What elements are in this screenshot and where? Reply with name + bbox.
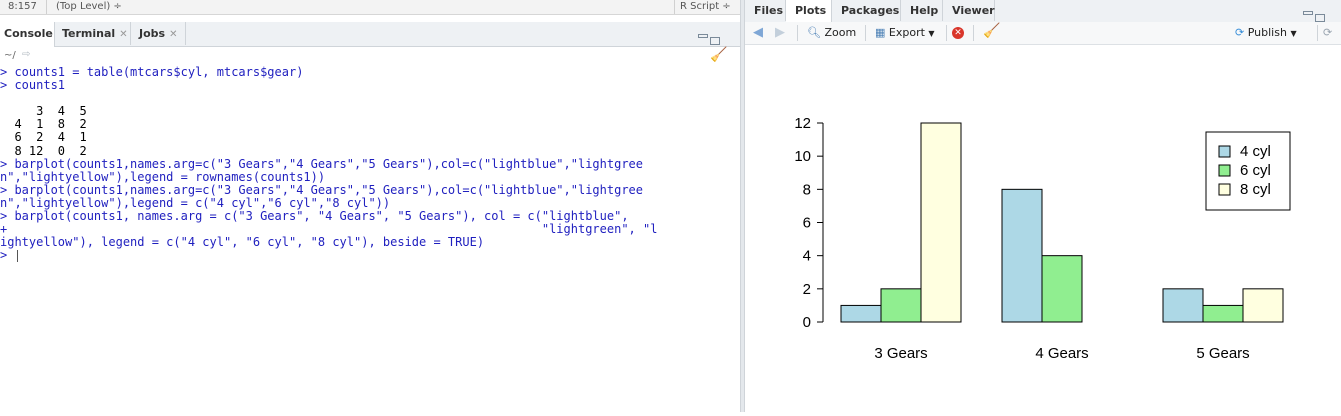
zoom-label: Zoom <box>824 26 857 39</box>
publish-button[interactable]: ⟳ Publish ▼ <box>1235 26 1297 41</box>
legend-swatch <box>1218 164 1231 177</box>
export-image-icon: ▦ <box>875 26 886 39</box>
chevron-down-icon: ▼ <box>1290 29 1297 38</box>
status-divider <box>46 0 47 14</box>
console-command-line: > counts1 <box>0 78 66 93</box>
console-path-row: ~/ ⇨ 🧹 <box>0 47 740 65</box>
cursor-position: 8:157 <box>8 1 37 12</box>
console-output-line: 4 1 8 2 <box>0 117 87 132</box>
tab-label: Console <box>4 27 53 40</box>
tab-console[interactable]: Console <box>0 22 55 47</box>
bar-6-cyl-5-Gears <box>1202 304 1244 323</box>
bar-6-cyl-4-Gears <box>1041 255 1083 323</box>
legend-swatch <box>1218 183 1231 196</box>
forward-arrow-icon[interactable]: ▶ <box>775 26 785 40</box>
magnifier-icon: 🔍︎ <box>807 26 821 39</box>
tab-jobs[interactable]: Jobs ✕ <box>131 22 186 45</box>
console-pane-tabs: Console Terminal ✕ Jobs ✕ <box>0 22 740 47</box>
x-category-label: 5 Gears <box>1196 345 1249 362</box>
text-cursor <box>17 249 19 262</box>
bar-4-cyl-5-Gears <box>1162 288 1204 323</box>
tab-plots[interactable]: Plots <box>786 0 832 23</box>
x-category-label: 4 Gears <box>1035 345 1088 362</box>
bar-8-cyl-3-Gears <box>920 122 962 323</box>
working-directory[interactable]: ~/ <box>4 50 16 61</box>
tab-label: Help <box>910 4 939 17</box>
console-command-line: > <box>0 249 740 262</box>
tab-label: Viewer <box>952 4 995 17</box>
bar-8-cyl-5-Gears <box>1242 288 1284 323</box>
legend-label: 4 cyl <box>1240 143 1271 160</box>
plot-viewer: 0 2 4 6 8 10 12 3 Gears 4 Gears 5 Gears 4 cyl 6 cyl… <box>745 45 1341 412</box>
tab-viewer[interactable]: Viewer <box>943 0 995 21</box>
y-tick-label: 12 <box>794 115 811 132</box>
console-command-line: > barplot(counts1,names.arg=c("3 Gears",… <box>0 182 643 197</box>
console-command-line: ightyellow"), legend = c("4 cyl", "6 cyl… <box>0 235 485 250</box>
console-output-line: 6 2 4 1 <box>0 130 87 145</box>
bar-6-cyl-3-Gears <box>880 288 922 323</box>
console-command-line: n","lightyellow"),legend = rownames(coun… <box>0 169 326 184</box>
export-label: Export <box>888 26 925 39</box>
y-tick-label: 6 <box>803 215 811 232</box>
files-pane-tabs: Files Plots Packages Help Viewer <box>745 0 1341 23</box>
toolbar-divider <box>973 25 974 41</box>
console-output[interactable]: > counts1 = table(mtcars$cyl, mtcars$gea… <box>0 65 740 262</box>
tab-files[interactable]: Files <box>745 0 786 21</box>
console-output-line: 3 4 5 <box>0 104 87 119</box>
tab-help[interactable]: Help <box>901 0 943 21</box>
remove-icon: ✕ <box>952 27 964 39</box>
y-tick-label: 2 <box>803 281 811 298</box>
console-output-line: 8 12 0 2 <box>0 143 87 158</box>
scope-selector[interactable]: (Top Level) ÷ <box>56 1 122 12</box>
editor-status-bar: 8:157 (Top Level) ÷ R Script ÷ <box>0 0 740 15</box>
minimize-icon[interactable] <box>1303 11 1313 15</box>
tab-label: Packages <box>841 4 900 17</box>
tab-packages[interactable]: Packages <box>832 0 901 21</box>
refresh-icon[interactable]: ⟳ <box>1323 26 1332 40</box>
legend-label: 6 cyl <box>1240 162 1271 179</box>
publish-icon: ⟳ <box>1235 26 1245 39</box>
tab-label: Plots <box>795 4 827 17</box>
tab-terminal[interactable]: Terminal ✕ <box>55 22 131 45</box>
publish-label: Publish <box>1247 26 1287 39</box>
barplot-chart: 0 2 4 6 8 10 12 3 Gears 4 Gears 5 Gears 4 cyl 6 cyl… <box>794 115 1291 362</box>
legend-swatch <box>1218 145 1231 158</box>
clear-plots-broom-icon[interactable]: 🧹 <box>983 24 1000 38</box>
tab-label: Jobs <box>139 27 166 40</box>
status-divider <box>674 0 675 14</box>
toolbar-divider <box>797 25 798 41</box>
export-button[interactable]: ▦ Export ▼ <box>875 26 935 41</box>
zoom-button[interactable]: 🔍︎ Zoom <box>807 26 856 40</box>
maximize-icon[interactable] <box>710 37 720 45</box>
toolbar-divider <box>1317 25 1318 41</box>
minimize-icon[interactable] <box>698 34 708 38</box>
toolbar-divider <box>946 25 947 41</box>
bar-4-cyl-4-Gears <box>1001 188 1043 323</box>
maximize-icon[interactable] <box>1315 14 1325 22</box>
legend-label: 8 cyl <box>1240 181 1271 198</box>
goto-directory-icon[interactable]: ⇨ <box>22 49 30 60</box>
y-tick-label: 0 <box>803 314 811 331</box>
console-command-line: > counts1 = table(mtcars$cyl, mtcars$gea… <box>0 65 304 79</box>
close-icon[interactable]: ✕ <box>169 29 177 40</box>
chevron-down-icon: ▼ <box>928 29 935 38</box>
y-tick-label: 10 <box>794 148 811 165</box>
toolbar-divider <box>865 25 866 41</box>
tab-label: Terminal <box>62 27 116 40</box>
close-icon[interactable]: ✕ <box>119 29 127 40</box>
plots-toolbar: ◀ ▶ 🔍︎ Zoom ▦ Export ▼ ✕ 🧹 ⟳ Publish ▼ ⟳ <box>745 22 1341 45</box>
script-type-selector[interactable]: R Script ÷ <box>680 1 731 12</box>
x-category-label: 3 Gears <box>874 345 927 362</box>
tab-label: Files <box>754 4 784 17</box>
broom-icon[interactable]: 🧹 <box>710 47 727 63</box>
bar-4-cyl-3-Gears <box>840 304 882 323</box>
console-command-line: > barplot(counts1,names.arg=c("3 Gears",… <box>0 156 643 171</box>
y-tick-label: 8 <box>803 181 811 198</box>
back-arrow-icon[interactable]: ◀ <box>753 26 763 40</box>
remove-plot-button[interactable]: ✕ <box>952 25 964 39</box>
y-tick-label: 4 <box>803 248 811 265</box>
